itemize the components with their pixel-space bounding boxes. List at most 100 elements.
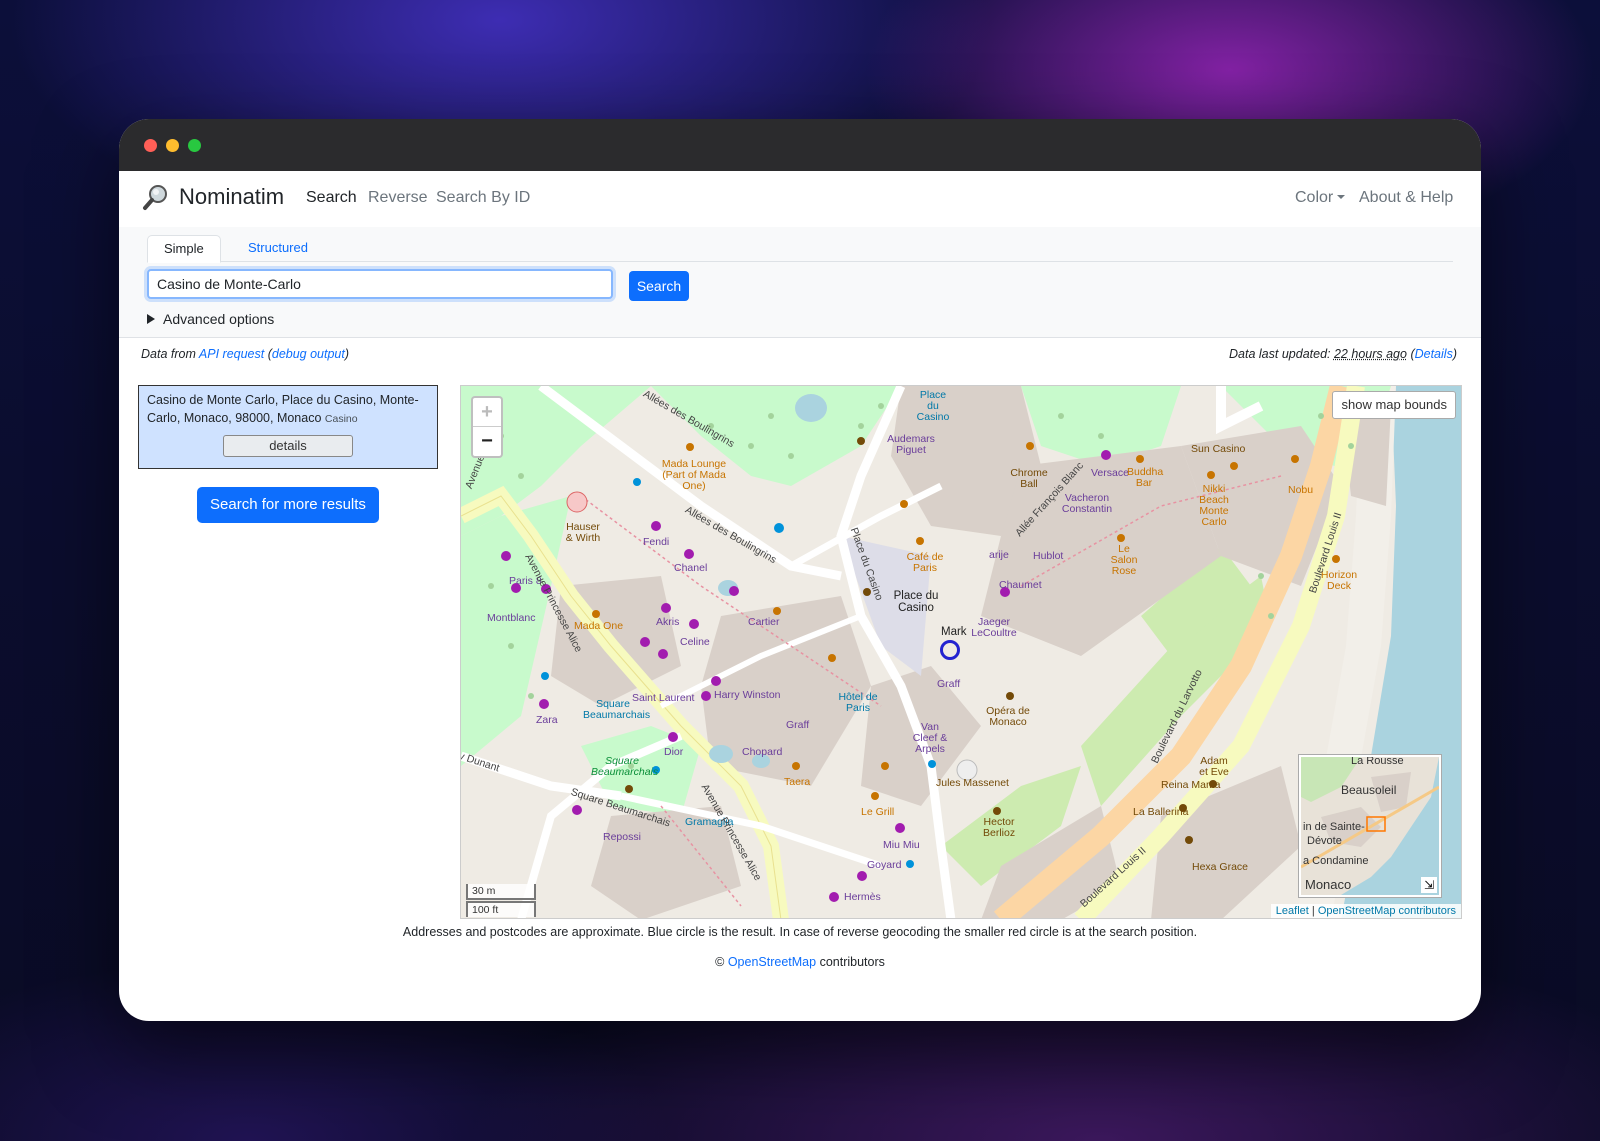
place-label: Place du Casino (893, 590, 939, 614)
result-type: Casino (324, 413, 358, 425)
tab-structured[interactable]: Structured (232, 235, 324, 261)
browser-window: Nominatim Search Reverse Search By ID Co… (119, 119, 1481, 1021)
minimap-label: Beausoleil (1341, 783, 1397, 797)
poi-label: Mark (941, 626, 967, 638)
details-button[interactable]: details (223, 435, 353, 457)
poi-label: Square Beaumarchais (583, 698, 651, 721)
nav-reverse[interactable]: Reverse (368, 189, 428, 207)
minimap-toggle-icon[interactable]: ⇲ (1421, 877, 1437, 893)
poi-label: Graff (786, 719, 810, 731)
poi-label: Mada One (574, 620, 624, 632)
zoom-in-button[interactable]: + (473, 398, 501, 427)
maximize-window-button[interactable] (188, 139, 201, 152)
poi-label: La Ballerina (1133, 806, 1189, 818)
minimap[interactable]: La Rousse Beausoleil in de Sainte- Dévot… (1299, 755, 1441, 897)
poi-label: Reina Mama (1161, 779, 1221, 791)
search-panel: Simple Structured Search Advanced option… (119, 227, 1481, 338)
poi-label: arije (989, 549, 1009, 561)
search-input[interactable] (147, 269, 613, 299)
poi-label: Versace (1091, 467, 1129, 479)
poi-label: Nobu (1288, 484, 1314, 496)
zoom-control: + − (471, 396, 503, 458)
data-updated-value: 22 hours ago (1333, 347, 1407, 361)
poi-label: Hexa Grace (1192, 861, 1249, 873)
more-results-button[interactable]: Search for more results (197, 487, 379, 523)
nav-about-help[interactable]: About & Help (1359, 189, 1453, 207)
poi-label: Jules Massenet (936, 777, 1009, 789)
poi-label: Chaumet (999, 579, 1042, 591)
poi-label: Harry Winston (714, 689, 781, 701)
data-updated-label: Data last updated: (1229, 347, 1331, 361)
poi-label: Café de Paris (906, 551, 944, 574)
zoom-out-button[interactable]: − (473, 427, 501, 455)
navbar: Nominatim Search Reverse Search By ID Co… (119, 171, 1481, 228)
poi-label: Adam et Eve (1199, 755, 1229, 778)
advanced-options-toggle[interactable]: Advanced options (147, 311, 274, 327)
debug-output-link[interactable]: debug output (272, 347, 345, 361)
minimap-label: Dévote (1307, 835, 1342, 847)
result-marker[interactable] (940, 640, 960, 660)
poi-label: Hector Berlioz (983, 816, 1016, 839)
leaflet-link[interactable]: Leaflet (1276, 905, 1309, 917)
api-request-link[interactable]: API request (199, 347, 264, 361)
advanced-options-label: Advanced options (163, 311, 275, 327)
poi-label: Hermès (844, 891, 881, 903)
poi-label: Sun Casino (1191, 443, 1246, 455)
brand-title[interactable]: Nominatim (179, 184, 284, 210)
poi-label: Goyard (867, 859, 902, 871)
poi-label: Cartier (748, 616, 780, 628)
scale-metric: 30 m (466, 884, 536, 900)
poi-label: Hauser & Wirth (565, 521, 601, 544)
map[interactable]: Allées des Boulingrins Allées des Boulin… (460, 385, 1462, 919)
scale-imperial: 100 ft (466, 901, 536, 917)
poi-label: Akris (656, 616, 680, 628)
poi-label: Fendi (643, 536, 670, 548)
map-attribution: Leaflet | OpenStreetMap contributors (1270, 904, 1461, 918)
poi-label: Graff (937, 678, 961, 690)
poi-label: Audemars Piguet (887, 433, 935, 456)
copyright-contributors: contributors (819, 955, 885, 969)
openstreetmap-link[interactable]: OpenStreetMap (728, 955, 816, 969)
map-disclaimer: Addresses and postcodes are approximate.… (402, 925, 1198, 939)
poi-label: Chrome Ball (1010, 467, 1048, 490)
poi-label: Nikki Beach Monte Carlo (1199, 483, 1229, 528)
magnifier-logo-icon (143, 185, 167, 210)
data-from-label: Data from (141, 347, 196, 361)
poi-label: Dior (664, 746, 684, 758)
close-window-button[interactable] (144, 139, 157, 152)
poi-label: Van Cleef & Arpels (912, 721, 948, 755)
result-address: Casino de Monte Carlo, Place du Casino, … (147, 393, 419, 425)
osm-contributors-link[interactable]: OpenStreetMap contributors (1318, 905, 1456, 917)
poi-label: Mada Lounge (Part of Mada One) (661, 458, 727, 492)
details-link[interactable]: Details (1415, 347, 1453, 361)
poi-label: Vacheron Constantin (1061, 492, 1113, 515)
park-label: Square Beaumarchais (591, 755, 659, 778)
poi-label: Chopard (742, 746, 783, 758)
nav-search-by-id[interactable]: Search By ID (436, 189, 530, 207)
show-map-bounds-button[interactable]: show map bounds (1332, 391, 1456, 419)
nav-search[interactable]: Search (306, 189, 357, 207)
data-source-line: Data from API request (debug output) (141, 347, 350, 361)
search-result[interactable]: Casino de Monte Carlo, Place du Casino, … (138, 385, 438, 469)
minimize-window-button[interactable] (166, 139, 179, 152)
poi-label: Jaeger LeCoultre (971, 616, 1017, 639)
poi-label: Hôtel de Paris (838, 691, 878, 714)
copyright-symbol: © (715, 955, 725, 969)
color-dropdown[interactable]: Color (1295, 189, 1346, 207)
chevron-down-icon (1337, 195, 1346, 199)
poi-label: Le Salon Rose (1110, 543, 1138, 577)
poi-label: Chanel (674, 562, 708, 574)
search-tabs: Simple Structured (147, 235, 1453, 263)
minimap-label: a Condamine (1303, 855, 1369, 867)
poi-label: Miu Miu (883, 839, 920, 851)
search-button[interactable]: Search (629, 271, 689, 301)
poi-label: Repossi (603, 831, 641, 843)
minimap-label: Monaco (1305, 877, 1352, 892)
minimap-label: La Rousse (1351, 755, 1404, 767)
caret-right-icon (147, 314, 155, 324)
footer-copyright: © OpenStreetMap contributors (119, 955, 1481, 969)
poi-label: Zara (536, 714, 558, 726)
poi-label: Celine (680, 636, 710, 648)
tab-simple[interactable]: Simple (147, 235, 221, 263)
poi-label: Place du Casino (916, 389, 950, 423)
